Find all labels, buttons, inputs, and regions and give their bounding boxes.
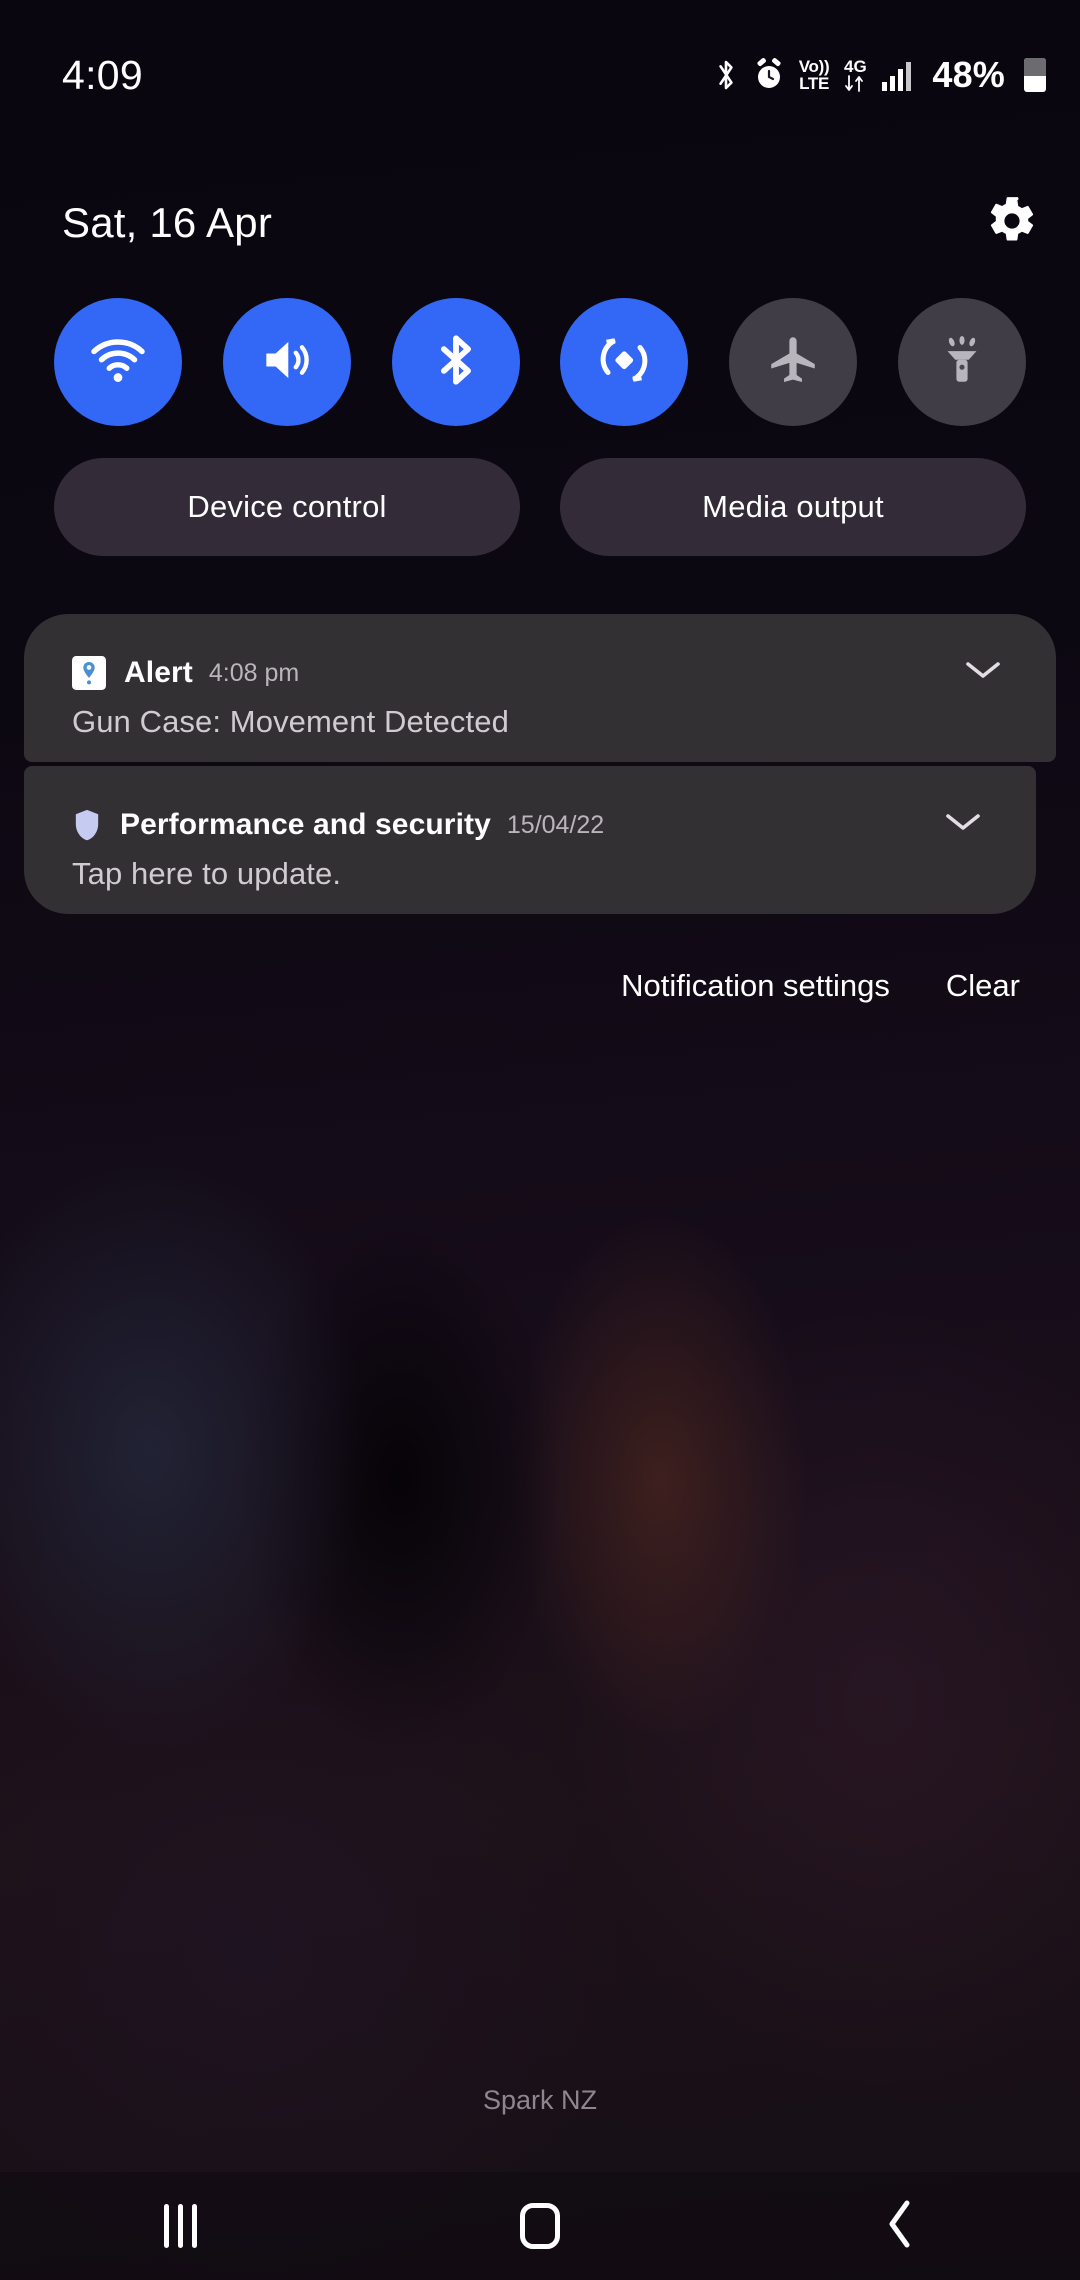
notification-settings-button[interactable]: Notification settings: [621, 968, 890, 1004]
battery-percent-label: 48%: [932, 54, 1005, 95]
shield-icon: [72, 808, 102, 842]
home-button[interactable]: [460, 2172, 620, 2280]
notification-header: Alert 4:08 pm: [24, 656, 1056, 690]
battery-icon: [1024, 58, 1046, 92]
status-bar-icons: Vo)) LTE 4G 48%: [713, 54, 1046, 96]
notification-card-performance-and-security[interactable]: Performance and security 15/04/22 Tap he…: [24, 766, 1036, 914]
back-button[interactable]: [820, 2172, 980, 2280]
expand-chevron-down-icon[interactable]: [944, 810, 982, 839]
wifi-icon: [87, 329, 149, 396]
notification-app-name: Alert: [124, 656, 193, 689]
quick-toggle-auto-rotate[interactable]: [560, 298, 689, 426]
notification-card-alert[interactable]: Alert 4:08 pm Gun Case: Movement Detecte…: [24, 614, 1056, 762]
notification-list: Alert 4:08 pm Gun Case: Movement Detecte…: [0, 614, 1080, 914]
notification-time: 4:08 pm: [208, 658, 300, 687]
volte-icon: Vo)) LTE: [798, 57, 830, 93]
notification-time: 15/04/22: [506, 810, 605, 839]
notification-body: Tap here to update.: [72, 856, 342, 891]
4g-data-icon: 4G: [843, 57, 867, 93]
quick-toggle-wifi[interactable]: [54, 298, 182, 426]
back-icon: [885, 2198, 915, 2255]
gear-icon: [986, 196, 1038, 251]
signal-bars-icon: [881, 58, 915, 92]
volume-icon: [256, 329, 318, 396]
quick-settings-toggles: [0, 298, 1080, 426]
date-label: Sat, 16 Apr: [62, 199, 273, 246]
home-icon: [520, 2203, 560, 2249]
status-bar-clock: 4:09: [62, 51, 143, 98]
device-control-button[interactable]: Device control: [54, 458, 520, 556]
carrier-label: Spark NZ: [482, 2085, 598, 2115]
media-output-button[interactable]: Media output: [560, 458, 1026, 556]
expand-chevron-down-icon[interactable]: [964, 658, 1002, 687]
notification-body: Gun Case: Movement Detected: [72, 704, 509, 739]
notification-shade: 4:09 Vo)) LTE 4G 48% Sat, 16 Apr Device …: [0, 0, 1080, 2280]
shade-header: Sat, 16 Apr: [0, 188, 1080, 258]
navigation-bar: [0, 2172, 1080, 2280]
clear-notifications-button[interactable]: Clear: [946, 968, 1020, 1004]
quick-toggle-bluetooth[interactable]: [391, 298, 520, 426]
recents-button[interactable]: [100, 2172, 260, 2280]
shade-pill-buttons: Device control Media output: [0, 458, 1080, 556]
alarm-icon: [753, 58, 785, 92]
quick-toggle-sound[interactable]: [222, 298, 351, 426]
location-pin-icon: [72, 656, 106, 690]
quick-toggle-flashlight[interactable]: [897, 298, 1026, 426]
settings-button[interactable]: [986, 195, 1038, 252]
notification-footer-actions: Notification settings Clear: [0, 968, 1080, 1004]
auto-rotate-icon: [594, 330, 654, 395]
quick-toggle-airplane-mode[interactable]: [729, 298, 858, 426]
bluetooth-icon: [713, 57, 739, 93]
flashlight-icon: [934, 332, 990, 393]
notification-header: Performance and security 15/04/22: [24, 808, 1036, 842]
notification-app-name: Performance and security: [120, 808, 491, 841]
recents-icon: [163, 2204, 197, 2248]
bluetooth-icon: [427, 331, 485, 394]
airplane-icon: [764, 331, 822, 394]
status-bar: 4:09 Vo)) LTE 4G 48%: [0, 0, 1080, 150]
